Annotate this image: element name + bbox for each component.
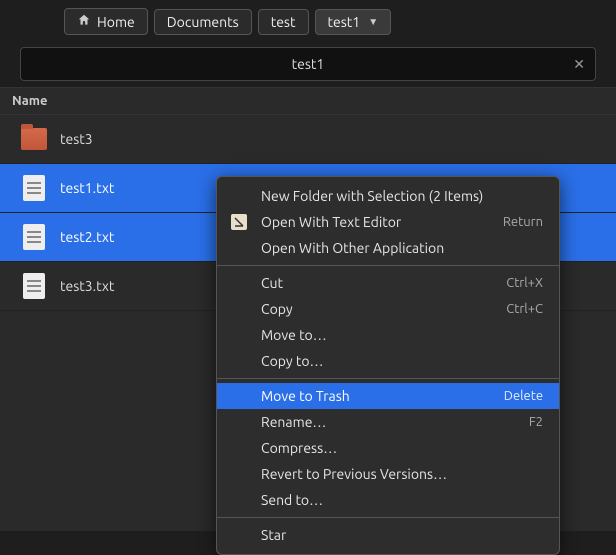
shortcut-label: Ctrl+X (506, 276, 543, 290)
menu-send-to[interactable]: Send to… (217, 487, 559, 513)
menu-revert-previous[interactable]: Revert to Previous Versions… (217, 461, 559, 487)
list-item[interactable]: test3 (0, 115, 616, 164)
shortcut-label: Ctrl+C (506, 302, 543, 316)
menu-open-with-other[interactable]: Open With Other Application (217, 235, 559, 261)
folder-icon (20, 125, 48, 153)
menu-cut[interactable]: CutCtrl+X (217, 270, 559, 296)
search-value: test1 (292, 56, 325, 72)
menu-star[interactable]: Star (217, 522, 559, 548)
menu-compress[interactable]: Compress… (217, 435, 559, 461)
breadcrumb-home[interactable]: Home (64, 8, 148, 35)
menu-separator (217, 265, 559, 266)
menu-move-to[interactable]: Move to… (217, 322, 559, 348)
file-name: test3.txt (60, 278, 114, 294)
file-name: test2.txt (60, 229, 114, 245)
menu-separator (217, 517, 559, 518)
breadcrumb-test1[interactable]: test1 ▼ (315, 9, 392, 35)
context-menu: New Folder with Selection (2 Items) Open… (216, 176, 560, 555)
file-name: test1.txt (60, 180, 114, 196)
text-file-icon (20, 223, 48, 251)
text-file-icon (20, 272, 48, 300)
breadcrumb-test[interactable]: test (258, 9, 309, 35)
menu-copy[interactable]: CopyCtrl+C (217, 296, 559, 322)
menu-copy-to[interactable]: Copy to… (217, 348, 559, 374)
breadcrumb-documents[interactable]: Documents (154, 9, 252, 35)
shortcut-label: Delete (504, 389, 543, 403)
chevron-down-icon: ▼ (368, 16, 378, 28)
breadcrumb-label: test (271, 14, 296, 30)
column-header-name[interactable]: Name (0, 87, 616, 115)
menu-rename[interactable]: Rename…F2 (217, 409, 559, 435)
breadcrumb-label: Documents (167, 14, 239, 30)
shortcut-label: F2 (529, 415, 543, 429)
search-input[interactable]: test1 ✕ (20, 47, 596, 81)
text-editor-icon (231, 214, 247, 230)
breadcrumb-label: Home (97, 14, 135, 30)
menu-move-to-trash[interactable]: Move to TrashDelete (217, 383, 559, 409)
menu-separator (217, 378, 559, 379)
file-name: test3 (60, 131, 93, 147)
breadcrumb-bar: Home Documents test test1 ▼ (0, 0, 616, 43)
shortcut-label: Return (503, 215, 543, 229)
menu-open-with-text-editor[interactable]: Open With Text EditorReturn (217, 209, 559, 235)
clear-search-icon[interactable]: ✕ (573, 56, 585, 73)
home-icon (77, 13, 91, 30)
menu-new-folder-selection[interactable]: New Folder with Selection (2 Items) (217, 183, 559, 209)
text-file-icon (20, 174, 48, 202)
breadcrumb-label: test1 (328, 14, 361, 30)
